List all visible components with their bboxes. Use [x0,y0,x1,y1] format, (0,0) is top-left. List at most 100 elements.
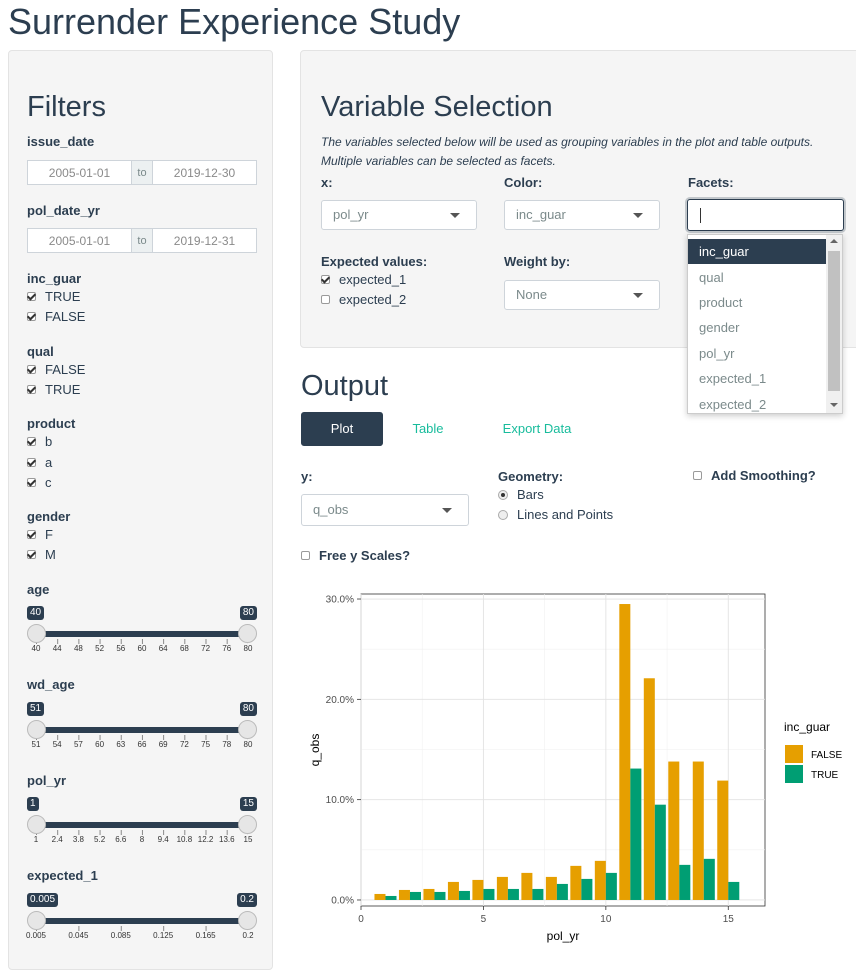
legend-swatch [785,745,803,763]
x-select[interactable]: pol_yr [321,200,477,230]
filters-heading: Filters [27,91,106,123]
slider-handle-low[interactable] [27,815,46,834]
slider-tick-label: 0.2 [242,931,254,940]
weight-by-select[interactable]: None [504,280,660,310]
issue-date-end-input[interactable]: 2019-12-30 [152,160,257,185]
facets-option[interactable]: pol_yr [688,341,826,366]
facets-option[interactable]: expected_1 [688,366,826,391]
facets-input[interactable] [687,199,844,231]
scrollbar-thumb[interactable] [828,251,840,391]
bar-true [556,883,568,900]
issue-date-range: 2005-01-01 to 2019-12-30 [27,160,257,185]
bar-false [717,780,729,900]
slider-tick-label: 0.125 [153,931,174,940]
tab-export-data[interactable]: Export Data [490,412,584,446]
inc-guar-true-checkbox[interactable]: TRUE [27,289,80,304]
add-smoothing-checkbox[interactable]: Add Smoothing? [693,468,816,483]
facets-option[interactable]: qual [688,265,826,290]
slider-tick-label: 0.165 [195,931,216,940]
pol-date-yr-start-input[interactable]: 2005-01-01 [27,228,132,253]
age-slider[interactable]: 40 44 48 52 56 60 64 68 72 76 80 40 80 [27,606,257,656]
expected-1-slider[interactable]: 0.005 0.045 0.085 0.125 0.165 0.2 0.005 0.2 [25,893,257,943]
tab-plot[interactable]: Plot [301,412,383,446]
x-tick-label: 5 [481,914,487,925]
facets-option[interactable]: product [688,290,826,315]
slider-max-value: 15 [239,797,257,811]
slider-max-value: 80 [239,606,257,620]
bar-true [703,858,715,900]
bar-false [447,881,459,900]
slider-track [36,822,248,828]
y-label: y: [301,469,313,484]
slider-track [36,918,248,924]
slider-tick-label: 72 [201,644,211,653]
color-select[interactable]: inc_guar [504,200,660,230]
slider-tick-label: 80 [243,644,253,653]
surrender-plot: 0 5 10 15 0.0% 10.0% 20.0% 30.0% pol_yr q_obs inc_… [308,593,842,943]
slider-min-value: 1 [27,797,39,811]
wd-age-slider[interactable]: 51 54 57 60 63 66 69 72 75 78 80 51 80 [27,702,257,752]
expected-2-checkbox[interactable]: expected_2 [321,292,406,307]
dropdown-scrollbar[interactable] [826,235,842,413]
slider-handle-high[interactable] [238,720,257,739]
age-label: age [27,582,50,597]
product-a-checkbox[interactable]: a [27,455,52,470]
slider-tick-label: 75 [201,740,211,749]
slider-min-value: 40 [27,606,45,620]
bar-false [545,876,557,900]
qual-label: qual [27,344,54,359]
pol-date-yr-end-input[interactable]: 2019-12-31 [152,228,257,253]
radio-icon [498,489,508,500]
pol-yr-slider[interactable]: 1 2.4 3.8 5.2 6.6 8 9.4 10.8 12.2 13.6 15 1 15 [27,797,257,847]
qual-true-checkbox[interactable]: TRUE [27,382,80,397]
tab-table[interactable]: Table [400,412,456,446]
bar-true [434,891,446,900]
geometry-lines-radio[interactable]: Lines and Points [498,507,613,522]
qual-false-checkbox[interactable]: FALSE [27,362,85,377]
text-cursor [700,208,701,223]
geometry-bars-radio[interactable]: Bars [498,487,544,502]
gender-m-checkbox[interactable]: M [27,547,56,562]
checkbox-icon [321,295,330,304]
scroll-up-icon[interactable] [830,239,838,243]
slider-handle-low[interactable] [27,624,46,643]
slider-tick-label: 69 [158,740,168,749]
inc-guar-false-checkbox[interactable]: FALSE [27,309,85,324]
slider-handle-high[interactable] [238,624,257,643]
slider-track [36,727,248,733]
slider-min-value: 0.005 [27,893,59,907]
checkbox-icon [27,530,36,539]
gender-f-checkbox[interactable]: F [27,527,53,542]
slider-tick-label: 0.005 [25,931,47,940]
pol-date-yr-range: 2005-01-01 to 2019-12-31 [27,228,257,253]
slider-handle-high[interactable] [238,815,257,834]
facets-option[interactable]: gender [688,315,826,340]
product-c-checkbox[interactable]: c [27,475,52,490]
color-label: Color: [504,175,543,190]
bar-false [472,879,484,900]
product-label: product [27,416,76,431]
weight-by-label: Weight by: [504,254,571,269]
bar-true [605,872,617,900]
slider-handle-low[interactable] [27,911,46,930]
bar-true [581,878,593,900]
geometry-label: Geometry: [498,469,564,484]
slider-tick-label: 0.085 [110,931,131,940]
bar-false [643,678,655,900]
slider-tick-label: 54 [52,740,62,749]
product-b-checkbox[interactable]: b [27,434,52,449]
slider-tick-label: 68 [179,644,189,653]
slider-handle-high[interactable] [238,911,257,930]
expected-1-checkbox[interactable]: expected_1 [321,272,406,287]
free-y-scales-checkbox[interactable]: Free y Scales? [301,548,410,563]
scroll-down-icon[interactable] [830,403,838,407]
checkbox-icon [27,478,36,487]
issue-date-start-input[interactable]: 2005-01-01 [27,160,132,185]
checkbox-icon [27,437,36,446]
facets-option[interactable]: expected_2 [688,392,826,413]
facets-option[interactable]: inc_guar [688,239,826,264]
variable-selection-description: The variables selected below will be use… [321,133,813,171]
slider-handle-low[interactable] [27,720,46,739]
y-select[interactable]: q_obs [301,494,469,526]
pol-date-yr-label: pol_date_yr [27,203,100,218]
